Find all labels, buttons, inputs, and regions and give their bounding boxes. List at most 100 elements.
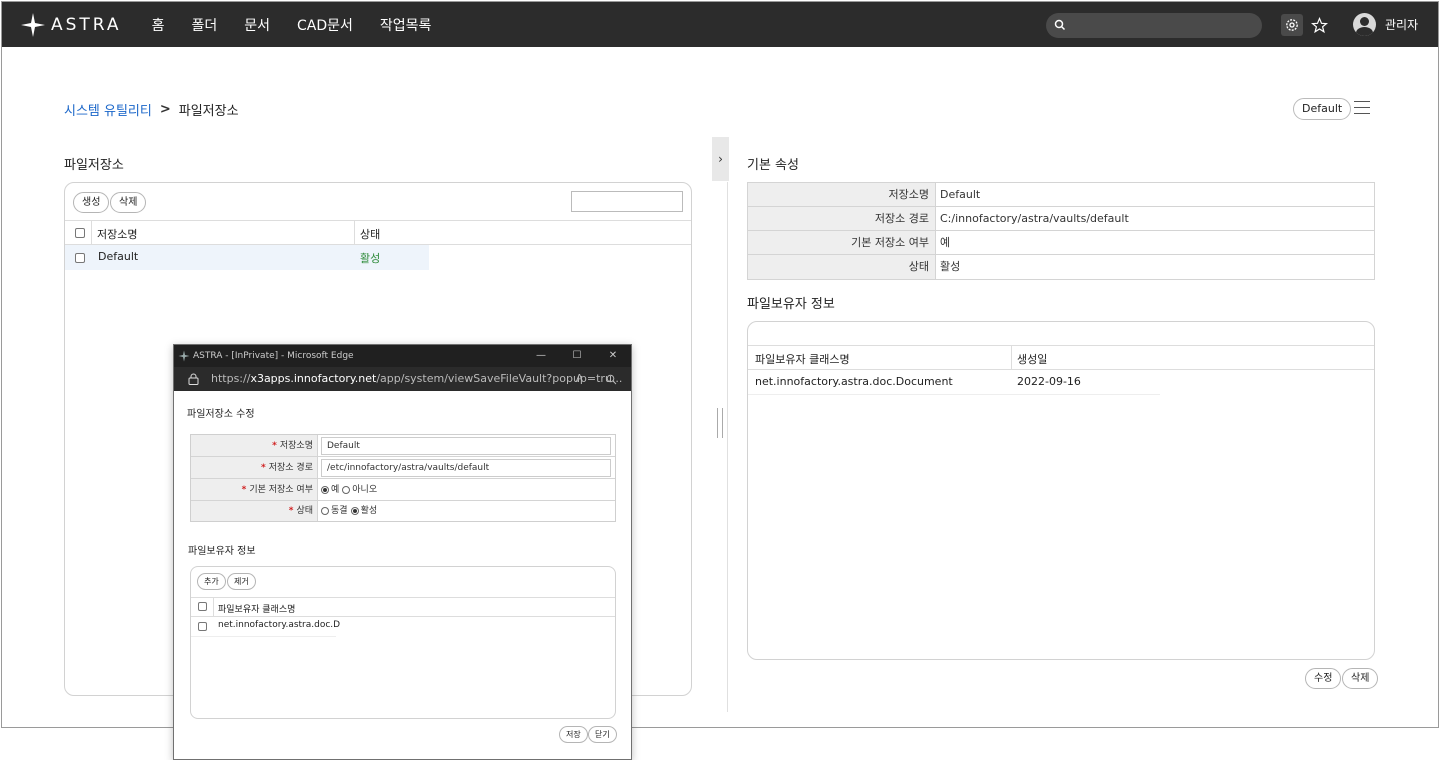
main-menu: 홈 폴더 문서 CAD문서 작업목록 <box>152 15 459 35</box>
logo-text: ASTRA <box>51 14 122 35</box>
menu-home[interactable]: 홈 <box>152 15 165 35</box>
status-label: * 상태 <box>191 501 318 521</box>
delete-vault-button[interactable]: 삭제 <box>1342 668 1379 689</box>
holder-title: 파일보유자 정보 <box>747 297 835 312</box>
property-value: Default <box>940 188 981 201</box>
menu-cad-document[interactable]: CAD문서 <box>297 15 353 35</box>
column-divider <box>213 598 214 617</box>
status-frozen-radio[interactable] <box>321 507 329 515</box>
row-checkbox[interactable] <box>75 253 85 263</box>
astra-star-icon <box>21 12 45 37</box>
column-header-holder-class[interactable]: 파일보유자 클래스명 <box>218 602 295 615</box>
column-header-name[interactable]: 저장소명 <box>97 226 137 242</box>
property-value: 예 <box>940 236 951 249</box>
favorites-button[interactable] <box>1309 15 1329 35</box>
menu-folder[interactable]: 폴더 <box>191 15 217 35</box>
column-header-holder-class[interactable]: 파일보유자 클래스명 <box>755 351 850 367</box>
user-name: 관리자 <box>1385 18 1419 32</box>
lock-icon <box>188 373 199 385</box>
breadcrumb: 시스템 유틸리티 > 파일저장소 <box>64 100 239 119</box>
breadcrumb-system-utility[interactable]: 시스템 유틸리티 <box>64 100 152 119</box>
add-holder-button[interactable]: 추가 <box>197 573 226 590</box>
select-all-checkbox[interactable] <box>198 602 207 611</box>
menu-worklist[interactable]: 작업목록 <box>380 15 432 35</box>
table-row[interactable]: Default 활성 <box>65 245 429 270</box>
popup-holder-grid: 추가 제거 파일보유자 클래스명 net.innofactory.astra.d… <box>190 566 616 719</box>
popup-url: https://x3apps.innofactory.net/app/syste… <box>211 372 623 385</box>
select-all-checkbox[interactable] <box>75 228 85 238</box>
popup-titlebar[interactable]: ASTRA - [InPrivate] - Microsoft Edge — ☐… <box>174 345 631 367</box>
property-label: 기본 저장소 여부 <box>748 231 936 254</box>
edit-vault-popup-window: ASTRA - [InPrivate] - Microsoft Edge — ☐… <box>173 344 632 760</box>
splitter <box>727 182 728 712</box>
table-row[interactable]: net.innofactory.astra.doc.D <box>191 617 340 637</box>
property-row: 기본 저장소 여부 예 <box>748 231 1374 255</box>
panel-toggle-chevron-right-icon[interactable]: › <box>712 137 729 181</box>
splitter-grip[interactable] <box>717 408 723 438</box>
form-row: * 저장소명 Default <box>191 435 615 457</box>
menu-document[interactable]: 문서 <box>244 15 270 35</box>
edit-vault-form: * 저장소명 Default * 저장소 경로 /etc/innofactory/a… <box>190 434 616 522</box>
star-icon <box>1310 16 1328 33</box>
grid-filter-input[interactable] <box>571 191 683 212</box>
column-header-status[interactable]: 상태 <box>360 226 380 242</box>
row-holder-class: net.innofactory.astra.doc.Document <box>755 375 953 388</box>
default-vault-label: * 기본 저장소 여부 <box>191 479 318 500</box>
vault-path-label: * 저장소 경로 <box>191 457 318 478</box>
logo[interactable]: ASTRA <box>20 12 122 38</box>
user-menu[interactable]: 관리자 <box>1353 13 1418 36</box>
default-yes-radio[interactable] <box>321 485 329 494</box>
window-controls: — ☐ ✕ <box>523 345 631 367</box>
row-vault-name: Default <box>98 250 139 263</box>
left-section-title: 파일저장소 <box>64 158 124 173</box>
vault-selector-button[interactable]: Default <box>1293 98 1352 120</box>
property-row: 저장소명 Default <box>748 183 1374 207</box>
hamburger-menu-icon[interactable] <box>1354 101 1370 115</box>
vault-name-field[interactable]: Default <box>321 437 611 455</box>
property-value: C:/innofactory/astra/vaults/default <box>940 212 1129 225</box>
settings-button[interactable] <box>1281 14 1303 36</box>
column-divider <box>1011 346 1012 370</box>
property-value: 활성 <box>940 260 961 273</box>
property-row: 상태 활성 <box>748 255 1374 279</box>
grid-header: 저장소명 상태 <box>65 220 691 245</box>
status-active-radio[interactable] <box>350 507 359 515</box>
vault-name-label: * 저장소명 <box>191 435 318 456</box>
save-button[interactable]: 저장 <box>559 726 588 743</box>
popup-holder-title: 파일보유자 정보 <box>188 546 256 557</box>
create-button[interactable]: 생성 <box>73 192 110 213</box>
properties-title: 기본 속성 <box>747 158 799 173</box>
delete-button[interactable]: 삭제 <box>110 192 147 213</box>
form-row: * 기본 저장소 여부 예 아니오 <box>191 479 615 501</box>
default-no-radio[interactable] <box>342 485 351 494</box>
grid-header: 파일보유자 클래스명 생성일 <box>748 345 1374 370</box>
maximize-icon[interactable]: ☐ <box>559 345 595 367</box>
astra-star-icon <box>178 350 190 362</box>
column-divider <box>91 221 92 245</box>
popup-window-title: ASTRA - [InPrivate] - Microsoft Edge <box>193 351 354 361</box>
table-row[interactable]: net.innofactory.astra.doc.Document 2022-… <box>748 370 1160 395</box>
gear-icon <box>1286 19 1298 31</box>
edit-button[interactable]: 수정 <box>1305 668 1342 689</box>
form-row: * 저장소 경로 /etc/innofactory/astra/vaults/de… <box>191 457 615 479</box>
property-row: 저장소 경로 C:/innofactory/astra/vaults/defau… <box>748 207 1374 231</box>
minimize-icon[interactable]: — <box>523 345 559 367</box>
read-aloud-icon[interactable]: A <box>576 367 583 391</box>
vault-path-field[interactable]: /etc/innofactory/astra/vaults/default <box>321 459 611 477</box>
popup-address-bar[interactable]: https://x3apps.innofactory.net/app/syste… <box>174 367 631 391</box>
remove-holder-button[interactable]: 제거 <box>227 573 256 590</box>
row-holder-class: net.innofactory.astra.doc.D <box>218 620 341 630</box>
close-button[interactable]: 닫기 <box>588 726 617 743</box>
search-input[interactable] <box>1046 13 1262 38</box>
top-nav: ASTRA 홈 폴더 문서 CAD문서 작업목록 관리자 <box>2 2 1438 47</box>
row-checkbox[interactable] <box>198 622 207 631</box>
zoom-icon[interactable] <box>606 374 617 385</box>
avatar <box>1353 13 1376 36</box>
breadcrumb-separator: > <box>159 102 171 117</box>
close-icon[interactable]: ✕ <box>595 345 631 367</box>
grid-header: 파일보유자 클래스명 <box>191 597 615 617</box>
form-row: * 상태 동결 활성 <box>191 501 615 521</box>
column-header-created-date[interactable]: 생성일 <box>1017 351 1047 367</box>
property-label: 상태 <box>748 255 936 279</box>
properties-table: 저장소명 Default 저장소 경로 C:/innofactory/astra… <box>747 182 1375 280</box>
